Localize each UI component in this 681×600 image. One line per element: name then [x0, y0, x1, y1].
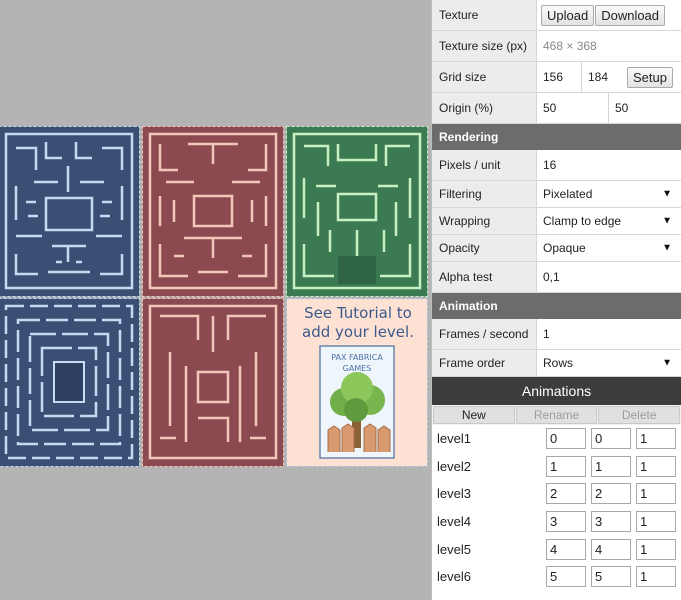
- opacity-select[interactable]: Opaque ▼: [537, 235, 681, 261]
- animation-end-input[interactable]: 5: [591, 566, 631, 588]
- book-cover-image: PAX FABRICA GAMES: [319, 345, 395, 459]
- animations-toolbar: New Rename Delete: [432, 405, 681, 425]
- frame-order-row: Frame order Rows ▼: [432, 350, 681, 377]
- animation-name[interactable]: level3: [437, 486, 546, 501]
- animation-count-input[interactable]: 1: [636, 483, 676, 505]
- grid-size-label: Grid size: [432, 62, 537, 92]
- animation-end-input[interactable]: 2: [591, 483, 631, 505]
- animation-start-input[interactable]: 0: [546, 428, 586, 450]
- animation-name[interactable]: level2: [437, 459, 546, 474]
- alpha-test-row: Alpha test 0,1: [432, 262, 681, 293]
- sprite-sheet: See Tutorial to add your level. PAX FABR…: [0, 126, 428, 467]
- animation-start-input[interactable]: 2: [546, 483, 586, 505]
- animation-start-input[interactable]: 5: [546, 566, 586, 588]
- animation-row[interactable]: level4 3 3 1: [432, 508, 681, 536]
- texture-size-label: Texture size (px): [432, 31, 537, 61]
- dropdown-arrow-icon: ▼: [662, 215, 672, 227]
- animation-name[interactable]: level5: [437, 542, 546, 557]
- origin-x-input[interactable]: 50: [537, 93, 609, 123]
- pixels-per-unit-row: Pixels / unit 16: [432, 150, 681, 181]
- animation-end-input[interactable]: 3: [591, 511, 631, 533]
- frame-level4[interactable]: [0, 298, 140, 467]
- filtering-label: Filtering: [432, 181, 537, 207]
- wrapping-row: Wrapping Clamp to edge ▼: [432, 208, 681, 235]
- grid-width-input[interactable]: 156: [537, 62, 582, 92]
- book-title-line2: GAMES: [343, 364, 372, 373]
- animation-count-input[interactable]: 1: [636, 455, 676, 477]
- texture-row: Texture Upload Download: [432, 0, 681, 31]
- dropdown-arrow-icon: ▼: [662, 242, 672, 254]
- fps-label: Frames / second: [432, 319, 537, 349]
- alpha-test-label: Alpha test: [432, 262, 537, 292]
- filtering-value: Pixelated: [543, 187, 593, 201]
- rendering-section-header: Rendering: [432, 124, 681, 150]
- animation-end-input[interactable]: 4: [591, 538, 631, 560]
- animation-end-input[interactable]: 0: [591, 428, 631, 450]
- frame-tutorial[interactable]: See Tutorial to add your level. PAX FABR…: [286, 298, 428, 467]
- filtering-select[interactable]: Pixelated ▼: [537, 181, 681, 207]
- book-title-line1: PAX FABRICA: [331, 353, 383, 362]
- origin-y-input[interactable]: 50: [609, 93, 628, 123]
- download-button[interactable]: Download: [595, 4, 666, 26]
- wrapping-value: Clamp to edge: [543, 214, 622, 228]
- animation-row[interactable]: level5 4 4 1: [432, 535, 681, 563]
- animation-row[interactable]: level3 2 2 1: [432, 480, 681, 508]
- dropdown-arrow-icon: ▼: [662, 188, 672, 200]
- animation-row[interactable]: level1 0 0 1: [432, 425, 681, 453]
- animation-end-input[interactable]: 1: [591, 455, 631, 477]
- texture-label: Texture: [432, 0, 537, 30]
- origin-row: Origin (%) 50 50: [432, 93, 681, 124]
- animation-name[interactable]: level6: [437, 569, 546, 584]
- animation-name[interactable]: level4: [437, 514, 546, 529]
- opacity-row: Opacity Opaque ▼: [432, 235, 681, 262]
- wrapping-select[interactable]: Clamp to edge ▼: [537, 208, 681, 234]
- animations-header: Animations: [432, 377, 681, 405]
- alpha-test-input[interactable]: 0,1: [537, 262, 681, 292]
- frame-level1[interactable]: [0, 126, 140, 297]
- tutorial-line2: add your level.: [302, 323, 414, 341]
- fps-row: Frames / second 1: [432, 319, 681, 350]
- animation-name[interactable]: level1: [437, 431, 546, 446]
- animation-count-input[interactable]: 1: [636, 428, 676, 450]
- animation-start-input[interactable]: 3: [546, 511, 586, 533]
- frame-level3[interactable]: [286, 126, 428, 297]
- frame-level2[interactable]: [142, 126, 284, 297]
- animation-section-header: Animation: [432, 293, 681, 319]
- grid-height-input[interactable]: 184: [582, 62, 627, 92]
- texture-size-value: 468 × 368: [543, 39, 597, 53]
- setup-button[interactable]: Setup: [627, 66, 673, 88]
- delete-animation-button[interactable]: Delete: [598, 406, 681, 424]
- tutorial-line1: See Tutorial to: [304, 304, 412, 322]
- texture-size-row: Texture size (px) 468 × 368: [432, 31, 681, 62]
- opacity-label: Opacity: [432, 235, 537, 261]
- dropdown-arrow-icon: ▼: [662, 357, 672, 369]
- upload-button[interactable]: Upload: [541, 4, 595, 26]
- animations-list: level1 0 0 1 level2 1 1 1 level3 2 2 1 l…: [432, 425, 681, 591]
- grid-size-row: Grid size 156 184 Setup: [432, 62, 681, 93]
- rename-animation-button[interactable]: Rename: [515, 406, 598, 424]
- frame-order-label: Frame order: [432, 350, 537, 376]
- animation-count-input[interactable]: 1: [636, 566, 676, 588]
- filtering-row: Filtering Pixelated ▼: [432, 181, 681, 208]
- animation-start-input[interactable]: 4: [546, 538, 586, 560]
- animation-start-input[interactable]: 1: [546, 455, 586, 477]
- pixels-per-unit-input[interactable]: 16: [537, 150, 681, 180]
- frame-order-select[interactable]: Rows ▼: [537, 350, 681, 376]
- frame-order-value: Rows: [543, 356, 574, 370]
- animation-row[interactable]: level2 1 1 1: [432, 453, 681, 481]
- fps-input[interactable]: 1: [537, 319, 681, 349]
- frame-level5[interactable]: [142, 298, 284, 467]
- animation-count-input[interactable]: 1: [636, 538, 676, 560]
- opacity-value: Opaque: [543, 241, 586, 255]
- origin-label: Origin (%): [432, 93, 537, 123]
- sprite-canvas[interactable]: See Tutorial to add your level. PAX FABR…: [0, 0, 431, 600]
- new-animation-button[interactable]: New: [433, 406, 515, 424]
- animation-count-input[interactable]: 1: [636, 511, 676, 533]
- properties-panel: Texture Upload Download Texture size (px…: [431, 0, 681, 600]
- animation-row[interactable]: level6 5 5 1: [432, 563, 681, 591]
- wrapping-label: Wrapping: [432, 208, 537, 234]
- pixels-per-unit-label: Pixels / unit: [432, 150, 537, 180]
